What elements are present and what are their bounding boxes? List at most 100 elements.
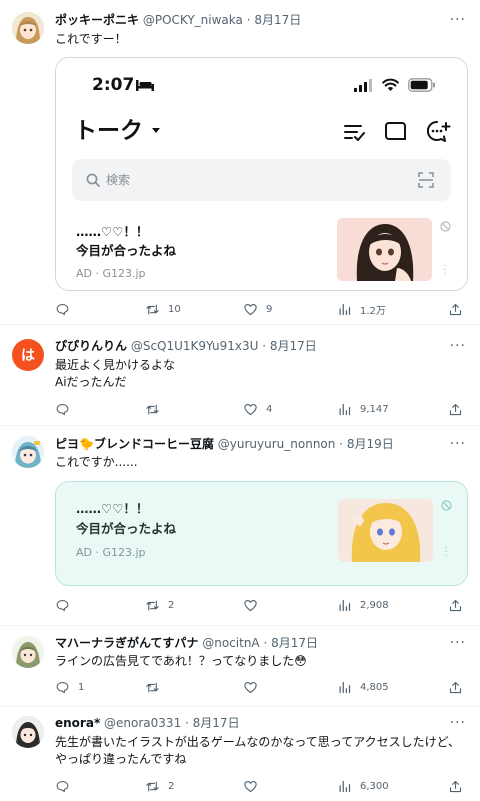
search-placeholder: 検索: [106, 173, 131, 187]
views-button[interactable]: 1.2万: [337, 300, 386, 318]
avatar[interactable]: [12, 636, 44, 668]
reply-button[interactable]: [55, 300, 78, 318]
views-button[interactable]: 9,147: [337, 400, 389, 418]
tweet-actions: 4 9,147: [55, 400, 467, 418]
share-button[interactable]: [448, 300, 463, 318]
retweet-button[interactable]: 2: [145, 596, 174, 614]
user-handle[interactable]: @enora0331: [104, 716, 181, 730]
more-options-icon[interactable]: ···: [450, 339, 466, 353]
reply-icon: [56, 780, 69, 792]
tweet-actions: 10 9 1.2万: [55, 300, 467, 318]
views-count: 6,300: [360, 780, 389, 792]
like-button[interactable]: 9: [243, 300, 272, 318]
analytics-icon: [339, 681, 351, 693]
tweet-date[interactable]: · 8月19日: [339, 437, 394, 451]
phone-search-bar: 検索: [72, 159, 451, 201]
ad-source: AD · G123.jp: [76, 546, 146, 559]
views-count: 4,805: [360, 681, 389, 693]
tweet-text: これですー！: [55, 32, 127, 46]
avatar-illustration-icon: [12, 636, 44, 668]
user-handle[interactable]: @ScQ1U1K9Yu91x3U: [131, 339, 259, 353]
phone-time-text: 2:07: [92, 75, 135, 95]
share-icon: [449, 303, 462, 315]
reply-button[interactable]: 1: [55, 678, 84, 696]
chevron-down-icon: [152, 128, 160, 133]
ad-block-icon: [441, 500, 452, 511]
tweet-actions: 1 4,805: [55, 678, 467, 696]
ad-block-icon: [440, 221, 451, 232]
more-options-icon[interactable]: ···: [450, 636, 466, 650]
retweet-icon: [146, 304, 159, 314]
reply-icon: [56, 599, 69, 611]
share-icon: [449, 780, 462, 792]
more-options-icon[interactable]: ···: [450, 716, 466, 730]
retweet-button[interactable]: 2: [145, 777, 174, 795]
tweet[interactable]: マハーナラぎがんてすパナ @nocitnA · 8月17日 ··· ラインの広告…: [0, 626, 480, 707]
more-options-icon[interactable]: ···: [450, 437, 466, 451]
user-handle[interactable]: @yuruyuru_nonnon: [218, 437, 336, 451]
views-count: 9,147: [360, 403, 389, 415]
like-button[interactable]: [243, 678, 266, 696]
attached-screenshot[interactable]: 2:07 トーク 検索 ……♡♡！！ 今目が合ったよね AD · G123.jp…: [55, 57, 468, 291]
display-name[interactable]: マハーナラぎがんてすパナ: [55, 636, 198, 650]
attached-ad-screenshot[interactable]: ……♡♡！！ 今目が合ったよね AD · G123.jp · · ·: [55, 481, 468, 586]
retweet-button[interactable]: 10: [145, 300, 181, 318]
user-handle[interactable]: @nocitnA: [202, 636, 259, 650]
tweet-date[interactable]: · 8月17日: [185, 716, 240, 730]
analytics-icon: [339, 599, 351, 611]
views-button[interactable]: 4,805: [337, 678, 389, 696]
retweet-button[interactable]: [145, 678, 168, 696]
search-icon: [86, 173, 100, 187]
tweet[interactable]: enora* @enora0331 · 8月17日 ··· 先生が書いたイラスト…: [0, 707, 480, 801]
signal-icon: [354, 79, 372, 92]
chat-bubble-icon: [385, 122, 406, 140]
views-button[interactable]: 2,908: [337, 596, 389, 614]
like-button[interactable]: [243, 596, 266, 614]
display-name[interactable]: enora*: [55, 716, 100, 730]
avatar-illustration-icon: [12, 436, 44, 468]
tweet[interactable]: は ぴぴりんりん @ScQ1U1K9Yu91x3U · 8月17日 ··· 最近…: [0, 325, 480, 426]
ad-more-icon: · · ·: [444, 543, 448, 562]
ad-source: AD · G123.jp: [76, 267, 146, 280]
share-button[interactable]: [448, 596, 463, 614]
avatar[interactable]: [12, 436, 44, 468]
tweet-text: ラインの広告見てであれ！？ってなりました😳: [55, 654, 307, 668]
tweet-actions: 2 6,300: [55, 777, 467, 795]
reply-button[interactable]: [55, 400, 78, 418]
display-name[interactable]: ぴぴりんりん: [55, 339, 127, 353]
tweet[interactable]: ピヨ🐤ブレンドコーヒー豆腐 @yuruyuru_nonnon · 8月19日 ·…: [0, 426, 480, 626]
tweet-date[interactable]: · 8月17日: [263, 636, 318, 650]
retweet-icon: [146, 600, 159, 610]
heart-icon: [244, 303, 257, 315]
retweet-count: 2: [168, 780, 175, 792]
heart-icon: [244, 403, 257, 415]
views-count: 2,908: [360, 599, 389, 611]
views-button[interactable]: 6,300: [337, 777, 389, 795]
tweet[interactable]: ポッキーポニキ @POCKY_niwaka · 8月17日 ··· これですー！…: [0, 0, 480, 325]
share-button[interactable]: [448, 678, 463, 696]
reply-button[interactable]: [55, 596, 78, 614]
like-button[interactable]: 4: [243, 400, 272, 418]
display-name[interactable]: ポッキーポニキ: [55, 13, 139, 27]
tweet-header: ピヨ🐤ブレンドコーヒー豆腐 @yuruyuru_nonnon · 8月19日: [55, 436, 394, 452]
tweet-date[interactable]: · 8月17日: [262, 339, 317, 353]
user-handle[interactable]: @POCKY_niwaka: [143, 13, 243, 27]
avatar[interactable]: [12, 716, 44, 748]
retweet-button[interactable]: [145, 400, 168, 418]
tweet-date[interactable]: · 8月17日: [247, 13, 302, 27]
share-button[interactable]: [448, 777, 463, 795]
more-options-icon[interactable]: ···: [450, 13, 466, 27]
share-button[interactable]: [448, 400, 463, 418]
screen-title-text: トーク: [74, 118, 143, 144]
display-name[interactable]: ピヨ🐤ブレンドコーヒー豆腐: [55, 437, 214, 451]
heart-icon: [244, 780, 257, 792]
like-button[interactable]: [243, 777, 266, 795]
like-count: 4: [266, 403, 273, 415]
share-icon: [449, 403, 462, 415]
new-chat-icon: [427, 120, 451, 142]
analytics-icon: [339, 303, 351, 315]
views-count: 1.2万: [360, 305, 386, 317]
reply-button[interactable]: [55, 777, 78, 795]
avatar[interactable]: は: [12, 339, 44, 371]
avatar[interactable]: [12, 12, 44, 44]
